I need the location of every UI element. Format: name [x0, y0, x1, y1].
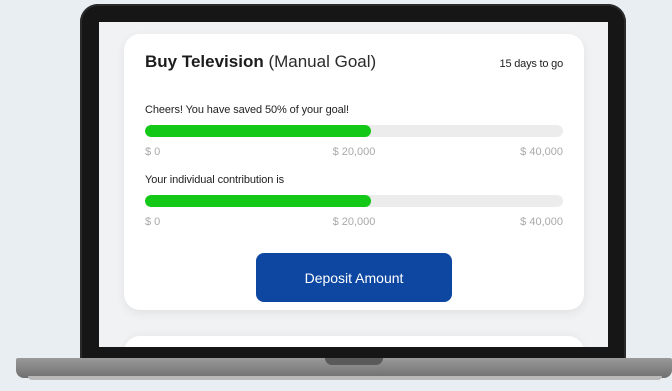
- scale-mid-label: $ 20,000: [332, 216, 376, 228]
- deposit-amount-button[interactable]: Deposit Amount: [256, 253, 452, 302]
- next-goal-card: [124, 336, 584, 347]
- scale-max-label: $ 40,000: [520, 216, 563, 228]
- goal-name: Buy Television: [145, 52, 264, 71]
- contribution-caption: Your individual contribution is: [145, 174, 284, 186]
- saved-caption: Cheers! You have saved 50% of your goal!: [145, 104, 349, 116]
- scale-min-label: $ 0: [145, 146, 161, 158]
- app-screen: Buy Television (Manual Goal) 15 days to …: [99, 22, 608, 347]
- laptop-foot: [28, 376, 662, 380]
- goal-title: Buy Television (Manual Goal): [145, 52, 376, 72]
- contribution-progress-scale: $ 0 $ 20,000 $ 40,000: [145, 216, 563, 230]
- saved-progress-bar: [145, 125, 563, 137]
- days-remaining: 15 days to go: [499, 58, 564, 70]
- laptop-notch: [325, 358, 383, 365]
- laptop-base: [16, 358, 672, 378]
- scale-max-label: $ 40,000: [520, 146, 563, 158]
- contribution-progress-bar: [145, 195, 563, 207]
- saved-progress-fill: [145, 125, 371, 137]
- contribution-progress-fill: [145, 195, 371, 207]
- goal-card: Buy Television (Manual Goal) 15 days to …: [124, 34, 584, 310]
- goal-type: (Manual Goal): [268, 52, 377, 71]
- scale-min-label: $ 0: [145, 216, 161, 228]
- saved-progress-scale: $ 0 $ 20,000 $ 40,000: [145, 146, 563, 160]
- scale-mid-label: $ 20,000: [332, 146, 376, 158]
